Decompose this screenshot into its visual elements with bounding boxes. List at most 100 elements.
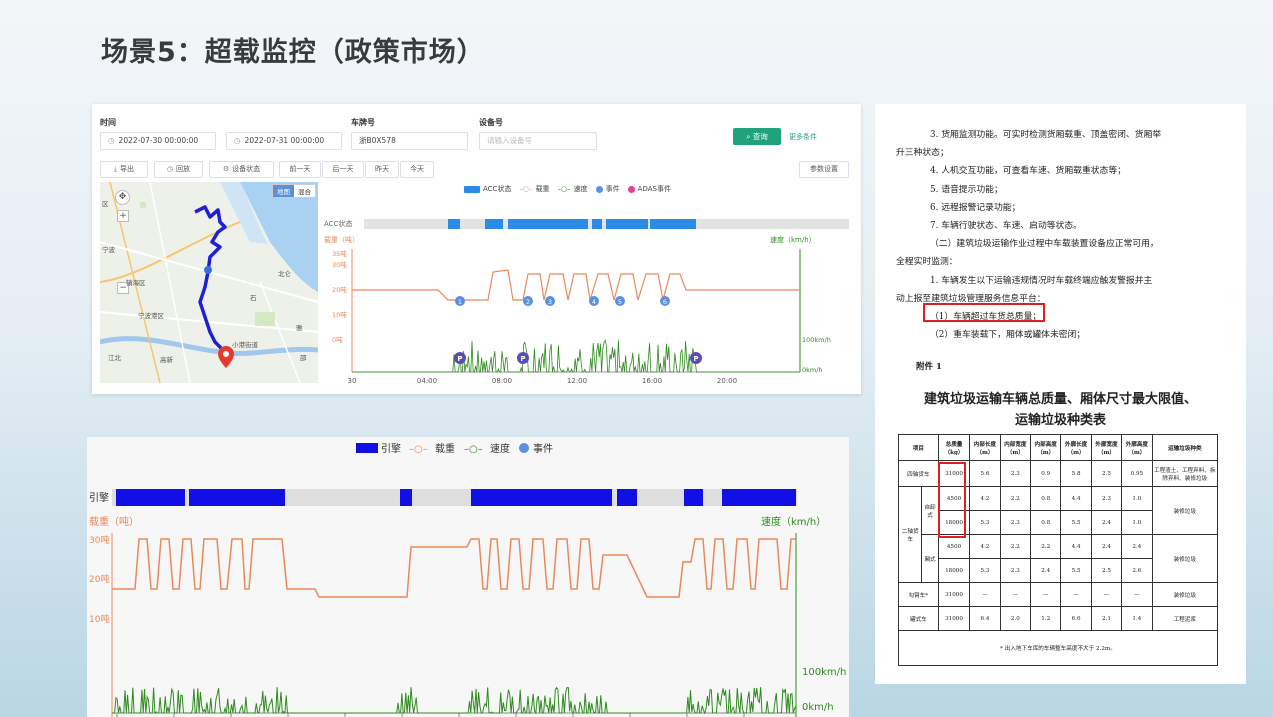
- start-time-input[interactable]: ◷ 2022-07-30 00:00:00: [100, 132, 216, 150]
- table-cell: 4500: [937, 534, 971, 559]
- engine-on-segment: [489, 489, 491, 506]
- header-cell: 外廓长度（m）: [1060, 434, 1092, 461]
- device-input[interactable]: 请输入设备号: [479, 132, 597, 150]
- table-cell: 4.2: [969, 534, 1001, 559]
- table-cell: 5.3: [969, 510, 1001, 535]
- yesterday-button[interactable]: 昨天: [365, 161, 399, 178]
- acc-on-segment: [606, 219, 648, 229]
- plate-input[interactable]: 浙B0X578: [351, 132, 468, 150]
- page-break: [875, 347, 1246, 355]
- engine-on-segment: [722, 489, 796, 506]
- map-label: 高新: [160, 356, 173, 364]
- legend-load-label: 载重: [435, 442, 455, 455]
- y-tick: 10吨: [89, 613, 109, 625]
- more-conditions-link[interactable]: 更多条件: [789, 132, 817, 142]
- map-type-toggle[interactable]: 地图 混合: [272, 184, 316, 198]
- legend-engine-swatch: [356, 443, 378, 453]
- device-label: 设备号: [479, 118, 503, 127]
- engine-on-segment: [400, 489, 412, 506]
- time-label: 时间: [100, 118, 116, 127]
- table-cell: 2.3: [999, 558, 1032, 583]
- engine-load-speed-chart[interactable]: 引擎 –○– 载重 –○– 速度 事件 引擎 载重（吨） 速度（km/h） 30…: [87, 437, 849, 717]
- legend-acc-swatch: [464, 185, 480, 193]
- legend-load[interactable]: –○– 载重: [519, 184, 549, 194]
- load-speed-chart[interactable]: ACC状态 载重（吨） 速度（km/h） 35吨 30吨 20吨 10吨 0吨 …: [318, 194, 858, 384]
- event-number: 4: [592, 298, 596, 306]
- table-cell: 2.2: [999, 534, 1032, 559]
- map-label: 宁波: [102, 246, 115, 254]
- zoom-in-icon[interactable]: +: [117, 210, 129, 222]
- legend-speed[interactable]: –○– 速度: [558, 184, 588, 194]
- legend-speed-label: 速度: [573, 185, 588, 193]
- header-cell: 运输垃圾种类: [1151, 434, 1219, 461]
- legend-engine-label: 引擎: [381, 442, 401, 455]
- legend-load-swatch: –○–: [409, 444, 428, 455]
- table-cell: 4.4: [1060, 534, 1092, 559]
- regulation-document: 3. 货厢监测功能。可实时检测货厢载重、顶盖密闭、货厢举 升三种状态； 4. 人…: [875, 104, 1246, 684]
- map-toggle-hybrid[interactable]: 混合: [294, 185, 315, 197]
- header-cell: 内部宽度（m）: [999, 434, 1032, 461]
- table-cell: —: [1090, 582, 1123, 607]
- table-cell: 18000: [937, 558, 971, 583]
- engine-on-segment: [205, 489, 235, 506]
- table-cell: 二轴货车: [897, 486, 923, 583]
- event-marker: 6: [660, 296, 670, 306]
- legend-acc[interactable]: ACC状态: [464, 184, 511, 194]
- table-cell: 5.6: [969, 460, 1001, 487]
- table-header-row: 项目 总质量（kg） 内部长度（m） 内部宽度（m） 内部高度（m） 外廓长度（…: [898, 434, 1219, 461]
- clock-icon: ◷: [166, 165, 174, 173]
- calendar-icon: ◷: [234, 136, 241, 145]
- engine-on-segment: [259, 489, 285, 506]
- parking-marker-label: P: [693, 355, 698, 363]
- legend-load-swatch: –○–: [519, 185, 533, 193]
- trend-panel: 引擎 –○– 载重 –○– 速度 事件 引擎 载重（吨） 速度（km/h） 30…: [87, 437, 849, 717]
- map-toggle-map[interactable]: 地图: [273, 185, 294, 197]
- event-number: 3: [548, 298, 552, 306]
- plate-label: 车牌号: [351, 118, 375, 127]
- legend-event[interactable]: 事件: [595, 184, 620, 194]
- playback-button[interactable]: ◷ 回放: [154, 161, 203, 178]
- prev-day-button[interactable]: 前一天: [279, 161, 321, 178]
- table-cell: 装修垃圾: [1151, 534, 1219, 583]
- playback-label: 回放: [176, 165, 191, 173]
- table-title-line1: 建筑垃圾运输车辆总质量、厢体尺寸最大限值、: [923, 392, 1197, 407]
- table-footnote: * 出入地下车库的车辆整车高度不大于 2.2m。: [898, 630, 1218, 666]
- table-cell: 0.8: [1030, 510, 1062, 535]
- table-cell: —: [1060, 582, 1092, 607]
- next-day-button[interactable]: 后一天: [322, 161, 364, 178]
- end-time-input[interactable]: ◷ 2022-07-31 00:00:00: [226, 132, 342, 150]
- engine-on-segment: [116, 489, 185, 506]
- table-cell: 4.2: [969, 486, 1001, 511]
- track-map[interactable]: 地图 混合 ✥ + − 镇海区 宁波港区 小港街道 北仑 区 宁波 江北 高新 …: [100, 182, 318, 383]
- engine-on-segment: [533, 489, 545, 506]
- table-cell: 1.0: [1121, 486, 1153, 511]
- header-cell: 外廓宽度（m）: [1090, 434, 1123, 461]
- load-series-line: [352, 269, 800, 301]
- export-button[interactable]: ⤓ 导出: [100, 161, 148, 178]
- device-status-button[interactable]: ⚙ 设备状态: [209, 161, 274, 178]
- monitor-panel: 时间 ◷ 2022-07-30 00:00:00 ◷ 2022-07-31 00:0…: [92, 104, 861, 394]
- table-cell: 1.0: [1121, 510, 1153, 535]
- chart-legend: ACC状态 –○– 载重 –○– 速度 事件 ADAS事件: [464, 184, 671, 194]
- event-marker: 5: [615, 296, 625, 306]
- table-row: 厢式 4500 4.2 2.2 2.2 4.4 2.4 2.4 装修垃圾: [899, 534, 1219, 583]
- doc-line: 7. 车辆行驶状态、车速、启动等状态。: [930, 221, 1082, 232]
- table-cell: 2.4: [1090, 534, 1123, 559]
- table-row: 罐式车 31000 6.4 2.0 1.2 6.6 2.1 1.4 工程泥浆: [898, 606, 1219, 631]
- legend-event-swatch: [519, 443, 529, 453]
- doc-line: （2）重车装载下，厢体或罐体未密闭；: [930, 330, 1086, 341]
- today-button[interactable]: 今天: [400, 161, 434, 178]
- params-button[interactable]: 参数设置: [799, 161, 849, 178]
- legend-adas[interactable]: ADAS事件: [627, 184, 671, 194]
- table-cell: 自卸式: [921, 486, 939, 535]
- event-marker: 4: [589, 296, 599, 306]
- map-label: 江北: [108, 354, 121, 362]
- table-cell: 0.95: [1121, 460, 1153, 487]
- table-cell: 四轴货车: [898, 460, 939, 487]
- y-tick: 35吨: [332, 249, 347, 258]
- search-icon: ⌕: [746, 132, 753, 141]
- query-button[interactable]: ⌕ 查询: [733, 128, 781, 145]
- table-cell: 工程渣土、工程弃料、拆除弃料、装修垃圾: [1151, 460, 1219, 487]
- map-pan-icon[interactable]: ✥: [115, 190, 130, 205]
- map-label: 小港街道: [232, 341, 258, 349]
